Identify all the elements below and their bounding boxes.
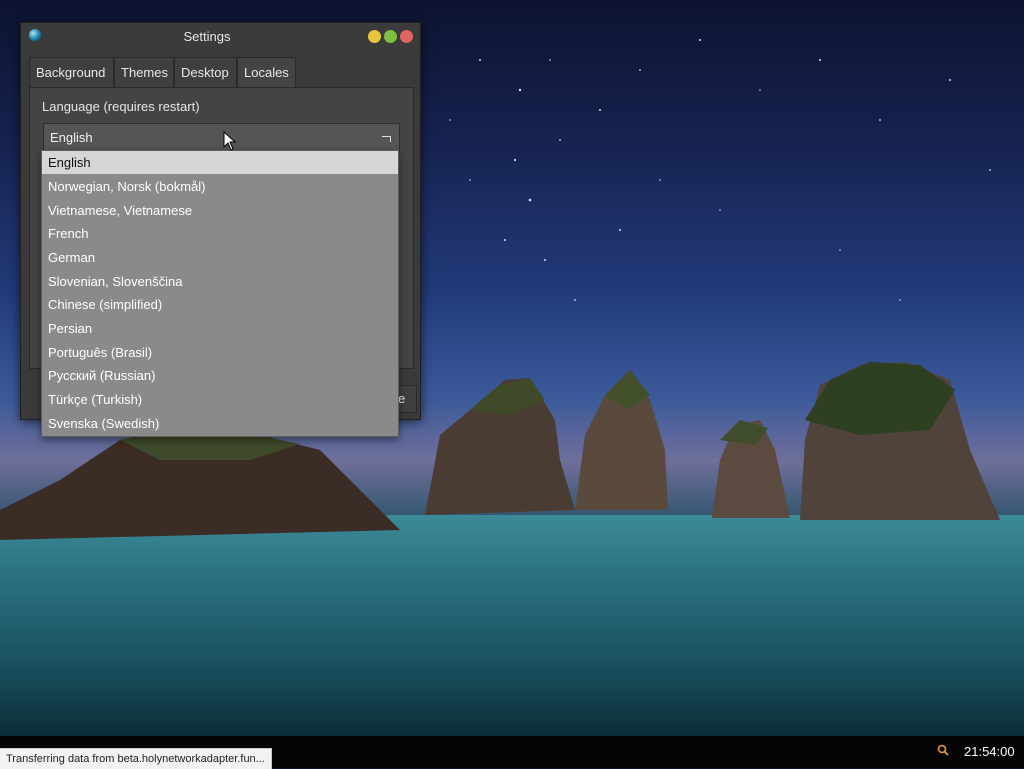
language-option[interactable]: French (42, 222, 398, 245)
window-action-button-label: e (398, 391, 406, 406)
language-select[interactable]: English (43, 123, 400, 153)
tab-themes[interactable]: Themes (114, 57, 174, 88)
search-icon[interactable] (937, 744, 949, 756)
browser-status-bar: Transferring data from beta.holynetworka… (0, 748, 272, 769)
language-option[interactable]: English (42, 151, 398, 174)
tab-background[interactable]: Background (29, 57, 114, 88)
language-option[interactable]: Svenska (Swedish) (42, 412, 398, 435)
language-option[interactable]: Slovenian, Slovenščina (42, 270, 398, 293)
minimize-button[interactable] (368, 30, 381, 43)
close-button[interactable] (400, 30, 413, 43)
taskbar-clock[interactable]: 21:54:00 (964, 744, 1015, 759)
maximize-button[interactable] (384, 30, 397, 43)
chevron-down-icon (382, 136, 391, 142)
language-select-value: English (50, 130, 93, 145)
language-option[interactable]: Norwegian, Norsk (bokmål) (42, 175, 398, 198)
language-option[interactable]: Русский (Russian) (42, 364, 398, 387)
language-label: Language (requires restart) (42, 99, 200, 114)
mouse-pointer-icon (223, 131, 237, 151)
language-dropdown-list: English Norwegian, Norsk (bokmål) Vietna… (41, 150, 399, 437)
language-option[interactable]: Vietnamese, Vietnamese (42, 199, 398, 222)
language-option[interactable]: German (42, 246, 398, 269)
window-title: Settings (183, 29, 231, 44)
language-option[interactable]: Português (Brasil) (42, 341, 398, 364)
tab-desktop[interactable]: Desktop (174, 57, 237, 88)
language-option[interactable]: Türkçe (Turkish) (42, 388, 398, 411)
language-option[interactable]: Persian (42, 317, 398, 340)
title-bar[interactable]: Settings (21, 23, 420, 51)
tab-locales[interactable]: Locales (237, 57, 296, 88)
language-option[interactable]: Chinese (simplified) (42, 293, 398, 316)
